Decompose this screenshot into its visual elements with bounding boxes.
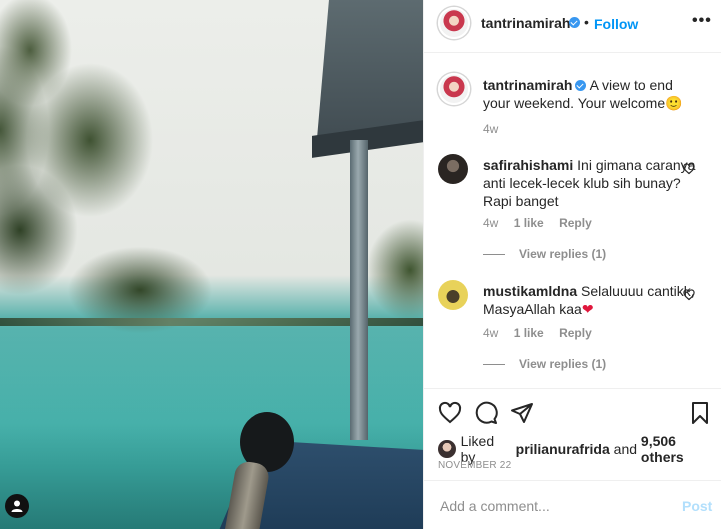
commenter-avatar[interactable] — [438, 154, 468, 184]
reply-button[interactable]: Reply — [559, 326, 592, 340]
comment-likes[interactable]: 1 like — [514, 216, 544, 230]
caption-username[interactable]: tantrinamirah — [483, 77, 572, 93]
comment-username[interactable]: mustikamldna — [483, 283, 577, 299]
reply-button[interactable]: Reply — [559, 216, 592, 230]
instagram-post: tantrinamirah • Follow ••• tantrinamirah… — [0, 0, 721, 529]
caption-meta: 4w — [483, 122, 510, 136]
liker-avatar[interactable] — [438, 440, 456, 458]
likes-joiner: and — [613, 441, 638, 457]
user-icon — [11, 500, 23, 512]
replies-divider — [483, 363, 505, 365]
caption-time[interactable]: 4w — [483, 122, 498, 136]
comment-text: safirahishami Ini gimana caranya anti le… — [483, 156, 698, 210]
avatar[interactable] — [438, 7, 470, 39]
view-replies-button[interactable]: View replies (1) — [483, 357, 606, 371]
comment-time[interactable]: 4w — [483, 216, 498, 230]
post-sidebar: tantrinamirah • Follow ••• tantrinamirah… — [423, 0, 721, 529]
post-date[interactable]: NOVEMBER 22 — [438, 460, 511, 471]
replies-divider — [483, 253, 505, 255]
smile-emoji-icon: 🙂 — [665, 95, 683, 111]
header-username[interactable]: tantrinamirah — [481, 15, 570, 31]
separator-dot: • — [584, 14, 589, 30]
trees-background-right — [360, 200, 423, 330]
comment-text: mustikamldna Selaluuuu cantikk, MasyaAll… — [483, 282, 698, 318]
post-header: tantrinamirah • Follow ••• — [424, 0, 721, 53]
comment-like-heart-icon[interactable] — [683, 163, 695, 175]
red-heart-emoji-icon: ❤ — [581, 301, 594, 317]
more-horizontal-icon[interactable]: ••• — [692, 12, 712, 30]
comment-meta: 4w 1 like Reply — [483, 216, 604, 230]
view-replies-label: View replies (1) — [519, 357, 607, 371]
liker-username[interactable]: prilianurafrida — [516, 441, 610, 457]
comment-time[interactable]: 4w — [483, 326, 498, 340]
post-actions: Liked by prilianurafrida and 9,506 other… — [424, 388, 721, 479]
post-comment-button[interactable]: Post — [682, 498, 712, 514]
boat-pole — [350, 140, 368, 440]
caption-avatar[interactable] — [438, 73, 470, 105]
add-comment-bar: Post — [424, 480, 721, 530]
follow-button[interactable]: Follow — [594, 16, 638, 32]
view-replies-button[interactable]: View replies (1) — [483, 247, 606, 261]
comment-like-heart-icon[interactable] — [683, 289, 695, 301]
post-photo[interactable] — [0, 0, 423, 529]
verified-badge-icon — [575, 80, 587, 91]
verified-badge-icon — [569, 17, 580, 28]
heart-icon[interactable] — [438, 401, 462, 425]
bookmark-icon[interactable] — [688, 401, 712, 425]
view-replies-label: View replies (1) — [519, 247, 607, 261]
commenter-avatar[interactable] — [438, 280, 468, 310]
comment-likes[interactable]: 1 like — [514, 326, 544, 340]
comments-list[interactable]: tantrinamirah A view to end your weekend… — [424, 53, 721, 387]
comment-meta: 4w 1 like Reply — [483, 326, 604, 340]
comment-icon[interactable] — [474, 401, 498, 425]
comment-input[interactable] — [438, 493, 662, 519]
caption-text: tantrinamirah A view to end your weekend… — [483, 76, 698, 112]
tagged-user-icon[interactable] — [5, 494, 29, 518]
comment-username[interactable]: safirahishami — [483, 157, 573, 173]
trees-background — [0, 0, 220, 335]
likes-others[interactable]: 9,506 others — [641, 433, 721, 465]
share-icon[interactable] — [510, 401, 534, 425]
